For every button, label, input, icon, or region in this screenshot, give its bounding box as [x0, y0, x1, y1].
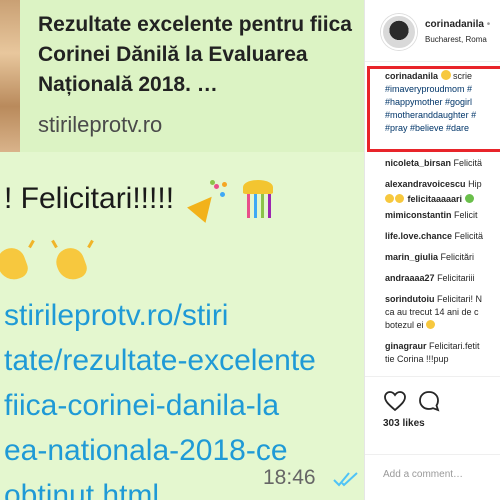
- shocked-face-icon: [426, 320, 436, 329]
- comment-username[interactable]: mimiconstantin: [385, 210, 452, 220]
- caption-hashtags[interactable]: #motheranddaughter #: [385, 109, 500, 122]
- comment-username[interactable]: alexandravoicescu: [385, 179, 466, 189]
- clapping-hands-icon: [0, 239, 36, 284]
- url-line: tate/rezultate-excelente: [4, 344, 316, 377]
- caption-text: scrie: [453, 71, 473, 81]
- comment-username[interactable]: life.love.chance: [385, 231, 452, 241]
- author-username[interactable]: corinadanila: [425, 19, 484, 30]
- url-line: stirileprotv.ro/stiri: [4, 299, 229, 332]
- comment-username[interactable]: nicoleta_birsan: [385, 158, 451, 168]
- confetti-ball-icon: [237, 178, 281, 222]
- comment-text-line: botezul ei: [385, 320, 424, 330]
- comment-text: Felicitä: [453, 158, 483, 168]
- add-comment-bar: [365, 454, 500, 500]
- comment-item: life.love.chance Felicitä: [385, 230, 500, 243]
- add-comment-input[interactable]: [383, 469, 499, 480]
- post-header: corinadanila • Bucharest, Roma: [365, 0, 500, 62]
- comment-item: felicitaaaaari: [385, 193, 500, 206]
- comment-text: Felicitari! N: [437, 294, 483, 304]
- clap-icon: [395, 194, 404, 203]
- link-preview-domain: stirileprotv.ro: [38, 112, 163, 137]
- comment-text-line: tie Corina !!!pup: [385, 354, 449, 364]
- comment-username[interactable]: sorindutoiu: [385, 294, 435, 304]
- link-thumbnail: [0, 0, 20, 152]
- post-side-panel: corinadanila • Bucharest, Roma corinadan…: [364, 0, 500, 500]
- chat-message-text: ! Felicitari!!!!!: [4, 181, 175, 215]
- caption-hashtags[interactable]: #pray #believe #dare: [385, 122, 500, 135]
- chat-message-line: ! Felicitari!!!!!: [4, 178, 281, 223]
- comment-item: marin_giulia Felicitări: [385, 251, 500, 264]
- avatar[interactable]: [381, 14, 417, 50]
- comment-item: ginagraur Felicitari.fetit tie Corina !!…: [385, 340, 500, 366]
- url-line: fiica-corinei-danila-la: [4, 389, 280, 422]
- comment-text: Felicitări: [440, 252, 475, 262]
- comment-username[interactable]: andraaaa27: [385, 273, 435, 283]
- comment-username[interactable]: felicitaaaaari: [408, 194, 463, 204]
- comment-text-line: ca au trecut 14 ani de c: [385, 307, 479, 317]
- party-popper-icon: [187, 180, 228, 223]
- link-preview-title: Rezultate excelente pentru fiica Corinei…: [38, 13, 352, 96]
- post-author[interactable]: corinadanila •: [425, 19, 490, 30]
- bouquet-icon: [464, 194, 474, 203]
- clap-icon: [385, 194, 394, 203]
- link-preview-card[interactable]: Rezultate excelente pentru fiica Corinei…: [0, 0, 364, 152]
- comment-text: Felicitariii: [437, 273, 475, 283]
- post-photo[interactable]: Rezultate excelente pentru fiica Corinei…: [0, 0, 364, 500]
- separator-dot: •: [486, 19, 491, 30]
- post-location[interactable]: Bucharest, Roma: [425, 35, 487, 44]
- grinning-face-icon: [440, 70, 451, 80]
- comment-item: sorindutoiu Felicitari! N ca au trecut 1…: [385, 293, 500, 332]
- comment-icon[interactable]: [417, 389, 441, 413]
- caption-username[interactable]: corinadanila: [385, 71, 438, 81]
- comment-text: Felicitari.fetit: [429, 341, 480, 351]
- message-timestamp: 18:46: [263, 466, 316, 489]
- caption-hashtags[interactable]: #happymother #gogirl: [385, 96, 500, 109]
- comment-list: nicoleta_birsan Felicitä alexandravoices…: [385, 157, 500, 374]
- comment-username[interactable]: ginagraur: [385, 341, 427, 351]
- clap-emoji-row: [0, 239, 99, 294]
- post-caption: corinadanila scrie #imaveryproudmom # #h…: [385, 70, 500, 135]
- comment-item: nicoleta_birsan Felicitä: [385, 157, 500, 170]
- comment-text: Hip: [468, 179, 482, 189]
- comment-item: andraaaa27 Felicitariii: [385, 272, 500, 285]
- comment-item: mimiconstantin Felicit: [385, 209, 500, 222]
- comment-text: Felicit: [454, 210, 478, 220]
- comment-username[interactable]: marin_giulia: [385, 252, 438, 262]
- like-count[interactable]: 303 likes: [383, 418, 425, 429]
- comment-item: alexandravoicescu Hip: [385, 178, 500, 191]
- comment-text: Felicitä: [454, 231, 484, 241]
- double-check-icon: [333, 472, 358, 487]
- caption-hashtags[interactable]: #imaveryproudmom #: [385, 83, 500, 96]
- post-actions: 303 likes: [365, 376, 500, 436]
- heart-icon[interactable]: [383, 389, 407, 413]
- clapping-hands-icon: [50, 239, 95, 284]
